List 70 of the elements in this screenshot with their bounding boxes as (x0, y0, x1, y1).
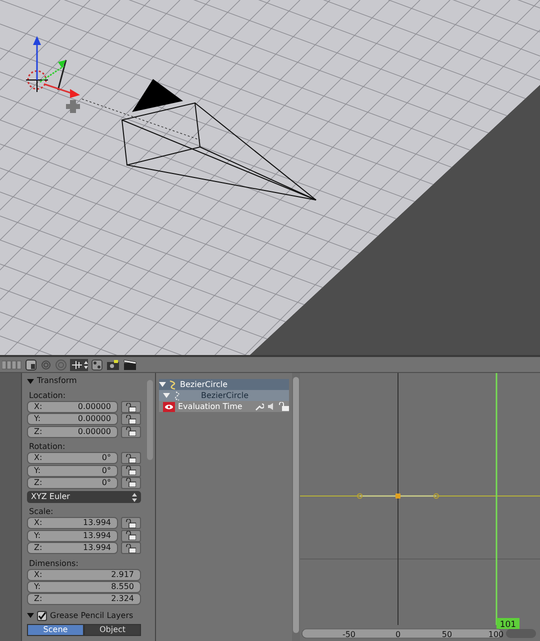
lock-toggle[interactable] (121, 452, 141, 464)
axis-label: 0 (395, 630, 401, 639)
padlock-open-icon (126, 466, 136, 476)
cursor-icon (26, 70, 48, 92)
panel-header[interactable]: Grease Pencil Layers (27, 610, 141, 622)
number-field[interactable]: X: 0° (27, 452, 118, 464)
axis-label: 100 (488, 630, 504, 639)
pivot-icon[interactable] (70, 358, 88, 370)
lock-toggle[interactable] (121, 401, 141, 413)
axis-gizmo-icon (33, 36, 80, 98)
eye-icon[interactable] (163, 402, 175, 412)
lock-toggle[interactable] (121, 542, 141, 554)
padlock-open-icon (126, 454, 136, 463)
tab[interactable]: Scene (27, 624, 84, 636)
axis-label: 50 (442, 630, 452, 639)
padlock-open-icon (126, 414, 136, 424)
padlock-open-icon (126, 531, 136, 540)
lock-toggle[interactable] (121, 476, 141, 489)
number-field[interactable]: Z: 2.324 (27, 593, 141, 606)
padlock-open-icon (126, 518, 136, 528)
axis-label: -50 (342, 630, 356, 639)
padlock-open-icon (126, 427, 136, 436)
padlock-open-icon (126, 402, 136, 412)
rotation-mode-dropdown[interactable]: XYZ Euler (27, 491, 141, 504)
plus-icon (66, 100, 80, 113)
number-field[interactable]: Y: 13.994 (27, 530, 118, 542)
number-field[interactable]: X: 13.994 (27, 517, 118, 530)
editor-type-icon[interactable] (25, 358, 37, 370)
lock-toggle[interactable] (121, 464, 141, 477)
wrench-icon[interactable] (255, 402, 264, 411)
panel-header[interactable]: Transform (27, 375, 141, 387)
lock-toggle[interactable] (121, 426, 141, 438)
checkbox[interactable] (37, 610, 47, 621)
scrollbar-thumb[interactable] (147, 380, 153, 460)
number-field[interactable]: Z: 13.994 (27, 542, 118, 554)
channel-name: Evaluation Time (178, 400, 242, 412)
timeline-scrollbar[interactable] (302, 628, 502, 638)
number-field[interactable]: Y: 0.00000 (27, 413, 118, 426)
lock-toggle[interactable] (121, 530, 141, 542)
channel-row[interactable]: Evaluation Time (159, 401, 289, 412)
padlock-open-icon[interactable] (279, 402, 289, 411)
frame-indicator[interactable]: 101 (496, 618, 520, 630)
filter-icon[interactable] (91, 358, 103, 370)
disclosure-triangle-icon[interactable] (27, 612, 34, 620)
disclosure-triangle-icon[interactable] (163, 392, 170, 399)
group-label: Dimensions: (28, 558, 80, 569)
number-field[interactable]: X: 0.00000 (27, 401, 118, 413)
padlock-open-icon (126, 478, 136, 488)
disclosure-triangle-icon[interactable] (27, 378, 34, 384)
group-label: Rotation: (28, 441, 66, 452)
camera-icon[interactable] (106, 358, 120, 370)
number-field[interactable]: Y: 0° (27, 464, 118, 477)
channel-name: BezierCircle (180, 378, 228, 390)
group-label: Location: (28, 390, 67, 401)
padlock-open-icon (126, 544, 136, 553)
tab[interactable]: Object (84, 624, 141, 636)
channel-row[interactable]: BezierCircle (159, 379, 289, 390)
channel-row[interactable]: BezierCircle (159, 390, 289, 401)
clapper-icon[interactable] (123, 358, 137, 370)
number-field[interactable]: Z: 0° (27, 476, 118, 489)
scroll-handle[interactable] (506, 629, 536, 638)
lock-toggle[interactable] (121, 413, 141, 426)
channel-name: BezierCircle (201, 390, 249, 402)
disclosure-triangle-icon[interactable] (159, 381, 166, 388)
number-field[interactable]: X: 2.917 (27, 568, 141, 581)
updown-arrows-icon (132, 492, 137, 502)
number-field[interactable]: Y: 8.550 (27, 580, 141, 593)
number-field[interactable]: Z: 0.00000 (27, 426, 118, 438)
lock-toggle[interactable] (121, 517, 141, 530)
group-label: Scale: (28, 506, 54, 518)
